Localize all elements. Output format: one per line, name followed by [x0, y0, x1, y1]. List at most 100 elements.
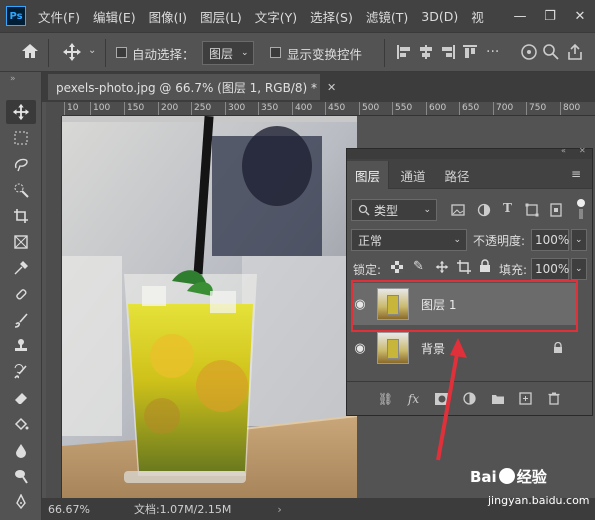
- lock-icon: [554, 342, 562, 353]
- ruler-tick: 100: [90, 102, 110, 115]
- layer-name[interactable]: 图层 1: [421, 296, 456, 313]
- menu-layer[interactable]: 图层(L): [200, 7, 242, 26]
- eyedropper-tool-icon[interactable]: [6, 256, 36, 280]
- ruler-tick: 450: [325, 102, 345, 115]
- opacity-dropdown-icon[interactable]: ⌄: [571, 229, 587, 251]
- close-tab-icon[interactable]: ✕: [327, 81, 336, 94]
- marquee-tool-icon[interactable]: [6, 126, 36, 150]
- filter-smart-object-icon[interactable]: [549, 203, 563, 220]
- layer-thumbnail: [377, 332, 409, 364]
- document-tab[interactable]: pexels-photo.jpg @ 66.7% (图层 1, RGB/8) *…: [48, 74, 336, 100]
- auto-select-label: 自动选择：: [132, 47, 195, 62]
- baidu-watermark-logo: Bai 经验: [470, 466, 547, 487]
- ruler-tick: 800: [560, 102, 580, 115]
- move-tool-icon[interactable]: [6, 100, 36, 124]
- ruler-tick: 600: [426, 102, 446, 115]
- visibility-eye-icon[interactable]: ◉: [351, 297, 369, 312]
- lock-image-icon[interactable]: ✎: [413, 259, 424, 274]
- collapse-icon[interactable]: «: [561, 146, 566, 155]
- status-arrow-icon[interactable]: ›: [277, 503, 281, 516]
- document-info[interactable]: 文档:1.07M/2.15M: [134, 501, 231, 517]
- align-center-icon[interactable]: [418, 44, 434, 63]
- share-icon[interactable]: [566, 43, 584, 64]
- fill-input[interactable]: 100%: [531, 258, 569, 280]
- close-icon[interactable]: ✕: [566, 0, 594, 32]
- ruler-tick: 200: [158, 102, 178, 115]
- menu-edit[interactable]: 编辑(E): [93, 7, 136, 26]
- document-canvas[interactable]: [62, 116, 357, 498]
- ruler-corner: [46, 102, 62, 116]
- ruler-tick: 700: [493, 102, 513, 115]
- menu-file[interactable]: 文件(F): [38, 7, 80, 26]
- eraser-tool-icon[interactable]: [6, 386, 36, 410]
- minimize-icon[interactable]: —: [506, 0, 534, 32]
- clone-stamp-tool-icon[interactable]: [6, 334, 36, 358]
- ruler-tick: 250: [191, 102, 211, 115]
- brush-tool-icon[interactable]: [6, 308, 36, 332]
- menu-image[interactable]: 图像(I): [149, 7, 187, 26]
- tab-paths[interactable]: 路径: [437, 161, 477, 189]
- close-panel-icon[interactable]: ✕: [579, 146, 586, 155]
- auto-select-checkbox[interactable]: [116, 47, 127, 58]
- ruler-tick: 650: [459, 102, 479, 115]
- filter-pixel-icon[interactable]: [451, 203, 465, 220]
- auto-select-target-dropdown[interactable]: 图层 ⌄: [202, 41, 254, 65]
- filter-adjustment-icon[interactable]: [477, 203, 491, 220]
- trash-icon[interactable]: [545, 390, 563, 408]
- menu-view[interactable]: 视: [471, 7, 485, 26]
- link-icon[interactable]: ⛓: [377, 390, 395, 408]
- opacity-label: 不透明度:: [473, 234, 526, 248]
- history-brush-tool-icon[interactable]: [6, 360, 36, 384]
- restore-icon[interactable]: ❐: [536, 0, 564, 32]
- lock-all-icon[interactable]: [479, 259, 491, 276]
- align-top-icon[interactable]: [462, 44, 478, 63]
- blend-mode-dropdown[interactable]: 正常 ⌄: [351, 229, 467, 251]
- menu-select[interactable]: 选择(S): [310, 7, 353, 26]
- lock-artboard-icon[interactable]: [457, 260, 471, 277]
- document-tab-title: pexels-photo.jpg @ 66.7% (图层 1, RGB/8) *: [56, 80, 317, 95]
- filter-shape-icon[interactable]: [525, 203, 539, 220]
- align-right-icon[interactable]: [440, 44, 456, 63]
- frame-tool-icon[interactable]: [6, 230, 36, 254]
- visibility-eye-icon[interactable]: ◉: [351, 341, 369, 356]
- lasso-tool-icon[interactable]: [6, 152, 36, 176]
- 3d-mode-icon[interactable]: [520, 43, 538, 64]
- dodge-tool-icon[interactable]: [6, 464, 36, 488]
- crop-tool-icon[interactable]: [6, 204, 36, 228]
- chevron-down-icon[interactable]: ⌄: [88, 45, 96, 56]
- quick-selection-tool-icon[interactable]: [6, 178, 36, 202]
- filter-kind-dropdown[interactable]: 类型 ⌄: [351, 199, 437, 221]
- zoom-level[interactable]: 66.67%: [48, 503, 90, 516]
- expand-arrows-icon[interactable]: »: [10, 74, 16, 84]
- more-options-icon[interactable]: ···: [486, 44, 499, 60]
- menu-filter[interactable]: 滤镜(T): [366, 7, 408, 26]
- opacity-input[interactable]: 100%: [531, 229, 569, 251]
- new-layer-icon[interactable]: [517, 390, 535, 408]
- align-left-icon[interactable]: [396, 44, 412, 63]
- pen-tool-icon[interactable]: [6, 490, 36, 514]
- panel-menu-icon[interactable]: ≡: [571, 167, 581, 181]
- fill-dropdown-icon[interactable]: ⌄: [571, 258, 587, 280]
- tab-layers[interactable]: 图层: [347, 161, 389, 189]
- lock-transparent-icon[interactable]: [391, 261, 403, 276]
- blur-tool-icon[interactable]: [6, 438, 36, 462]
- move-tool-icon[interactable]: [62, 42, 82, 65]
- filter-type-icon[interactable]: T: [503, 201, 512, 215]
- healing-brush-tool-icon[interactable]: [6, 282, 36, 306]
- filter-toggle[interactable]: [575, 199, 587, 221]
- menu-bar: Ps 文件(F) 编辑(E) 图像(I) 图层(L) 文字(Y) 选择(S) 滤…: [0, 0, 595, 32]
- show-transform-label: 显示变换控件: [287, 47, 363, 62]
- search-icon: [358, 204, 370, 216]
- folder-icon[interactable]: [489, 390, 507, 408]
- menu-3d[interactable]: 3D(D): [421, 9, 458, 24]
- tab-channels[interactable]: 通道: [391, 161, 435, 189]
- paint-bucket-tool-icon[interactable]: [6, 412, 36, 436]
- layer-row-selected[interactable]: ◉ 图层 1: [351, 283, 577, 325]
- home-icon[interactable]: [20, 42, 40, 63]
- ruler-tick: 350: [258, 102, 278, 115]
- search-icon[interactable]: [542, 43, 560, 64]
- fx-icon[interactable]: fx: [405, 390, 423, 408]
- menu-type[interactable]: 文字(Y): [255, 7, 297, 26]
- show-transform-checkbox[interactable]: [270, 47, 281, 58]
- lock-position-icon[interactable]: [435, 260, 449, 277]
